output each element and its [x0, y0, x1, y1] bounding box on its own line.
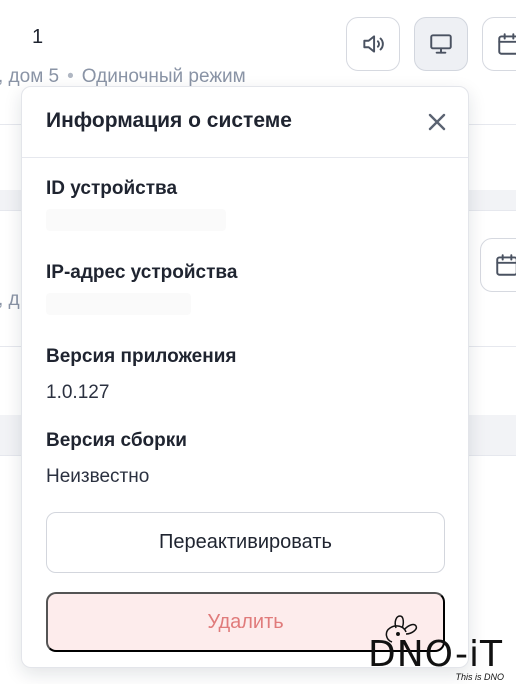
app-version-label: Версия приложения	[46, 346, 237, 367]
device-id-value	[46, 209, 226, 231]
app-version-value: 1.0.127	[46, 382, 110, 403]
separator-dot: •	[67, 66, 74, 87]
system-info-button[interactable]	[414, 17, 468, 71]
sound-button[interactable]	[346, 17, 400, 71]
watermark-tagline: This is DNO	[455, 672, 504, 682]
mode-text: Одиночный режим	[81, 66, 246, 87]
calendar-icon	[498, 33, 516, 55]
speaker-icon	[363, 35, 384, 53]
calendar-button-2[interactable]	[480, 238, 516, 292]
system-info-popover: Информация о системе ID устройства IP-ад…	[21, 86, 469, 668]
build-version-label: Версия сборки	[46, 430, 187, 451]
reactivate-button[interactable]: Переактивировать	[46, 512, 445, 573]
device-ip-label: IP-адрес устройства	[46, 262, 238, 283]
row-number: 1	[32, 26, 44, 48]
calendar-icon	[496, 254, 516, 276]
calendar-button[interactable]	[482, 17, 516, 71]
build-version-value: Неизвестно	[46, 466, 150, 487]
watermark-logo: DNO-iT This is DNO	[366, 612, 514, 682]
popover-title: Информация о системе	[46, 109, 292, 132]
device-ip-value	[46, 293, 191, 315]
popover-header: Информация о системе	[22, 87, 468, 158]
monitor-icon	[430, 34, 452, 54]
watermark-text: DNO-iT	[368, 634, 503, 675]
close-button[interactable]	[422, 107, 452, 137]
close-icon	[428, 113, 446, 131]
device-id-label: ID устройства	[46, 178, 178, 199]
row-subtitle-2: , д	[0, 289, 20, 310]
address-text: , дом 5	[0, 66, 60, 87]
row-subtitle: , дом 5 • Одиночный режим	[0, 66, 246, 88]
